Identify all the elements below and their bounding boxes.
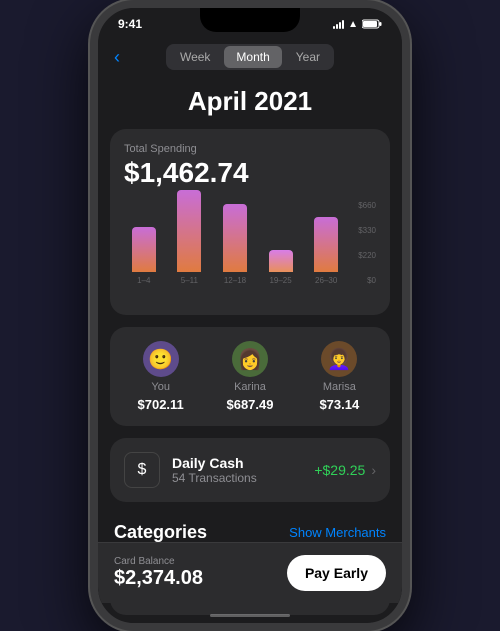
bar-1 xyxy=(132,227,156,272)
person-marisa[interactable]: 👩‍🦱 Marisa $73.14 xyxy=(299,341,380,412)
bar-4 xyxy=(269,250,293,272)
daily-cash-title: Daily Cash xyxy=(172,455,314,471)
bar-group-1: 1–4 xyxy=(124,227,164,285)
notch xyxy=(200,8,300,32)
y-axis: $660 $330 $220 $0 xyxy=(346,201,376,301)
balance-amount: $2,374.08 xyxy=(114,567,203,590)
bar-label-1: 1–4 xyxy=(137,276,150,285)
pay-early-button[interactable]: Pay Early xyxy=(287,555,386,591)
person-amount-marisa: $73.14 xyxy=(319,397,359,412)
home-indicator xyxy=(210,614,290,617)
signal-icon xyxy=(333,19,344,29)
bottom-bar: Card Balance $2,374.08 Pay Early xyxy=(98,542,402,603)
battery-icon xyxy=(362,19,382,29)
tab-year[interactable]: Year xyxy=(284,46,332,68)
show-merchants-link[interactable]: Show Merchants xyxy=(289,525,386,540)
tab-week[interactable]: Week xyxy=(168,46,222,68)
people-card: 🙂 You $702.11 👩 Karina $687.49 👩‍🦱 Maris… xyxy=(110,327,390,426)
back-button[interactable]: ‹ xyxy=(114,47,120,68)
avatar-karina: 👩 xyxy=(232,341,268,377)
page-title: April 2021 xyxy=(98,78,402,129)
phone-frame: 9:41 ▲ ‹ xyxy=(90,0,410,631)
daily-cash-amount: +$29.25 xyxy=(314,462,365,478)
scroll-content[interactable]: ‹ Week Month Year April 2021 Total Spend… xyxy=(98,36,402,623)
phone-inner: 9:41 ▲ ‹ xyxy=(98,8,402,623)
daily-cash-icon: $ xyxy=(124,452,160,488)
bar-3 xyxy=(223,204,247,272)
bars-container: 1–4 5–11 12–18 xyxy=(124,201,346,301)
bar-label-5: 26–30 xyxy=(315,276,337,285)
bar-group-4: 19–25 xyxy=(261,250,301,285)
chart-card: Total Spending $1,462.74 1–4 5–11 xyxy=(110,129,390,315)
bar-label-3: 12–18 xyxy=(224,276,246,285)
y-label-4: $0 xyxy=(352,276,376,285)
nav-bar: ‹ Week Month Year xyxy=(98,36,402,78)
avatar-you: 🙂 xyxy=(143,341,179,377)
status-time: 9:41 xyxy=(118,17,142,31)
person-amount-karina: $687.49 xyxy=(226,397,273,412)
balance-section: Card Balance $2,374.08 xyxy=(114,556,203,590)
daily-cash-chevron-icon: › xyxy=(371,462,376,478)
y-label-3: $220 xyxy=(352,251,376,260)
y-label-2: $330 xyxy=(352,226,376,235)
bar-label-2: 5–11 xyxy=(181,276,198,285)
person-you[interactable]: 🙂 You $702.11 xyxy=(120,341,201,412)
categories-title: Categories xyxy=(114,522,207,543)
bar-label-4: 19–25 xyxy=(269,276,291,285)
y-label-1: $660 xyxy=(352,201,376,210)
person-karina[interactable]: 👩 Karina $687.49 xyxy=(209,341,290,412)
person-name-marisa: Marisa xyxy=(323,381,356,393)
chart-wrapper: 1–4 5–11 12–18 xyxy=(124,201,376,301)
person-name-karina: Karina xyxy=(234,381,266,393)
avatar-marisa: 👩‍🦱 xyxy=(321,341,357,377)
status-icons: ▲ xyxy=(333,19,382,30)
segment-control: Week Month Year xyxy=(166,44,334,70)
bar-2 xyxy=(177,190,201,272)
daily-cash-card[interactable]: $ Daily Cash 54 Transactions +$29.25 › xyxy=(110,438,390,502)
bar-group-3: 12–18 xyxy=(215,204,255,285)
daily-cash-text: Daily Cash 54 Transactions xyxy=(172,455,314,485)
person-amount-you: $702.11 xyxy=(138,397,184,412)
tab-month[interactable]: Month xyxy=(224,46,281,68)
bar-group-5: 26–30 xyxy=(306,217,346,285)
person-name-you: You xyxy=(151,381,170,393)
daily-cash-subtitle: 54 Transactions xyxy=(172,471,314,485)
bar-5 xyxy=(314,217,338,272)
spending-amount: $1,462.74 xyxy=(124,157,376,189)
balance-label: Card Balance xyxy=(114,556,203,567)
wifi-icon: ▲ xyxy=(348,19,358,30)
spending-label: Total Spending xyxy=(124,143,376,155)
bar-group-2: 5–11 xyxy=(170,190,210,285)
chart-area: 1–4 5–11 12–18 xyxy=(124,201,376,301)
